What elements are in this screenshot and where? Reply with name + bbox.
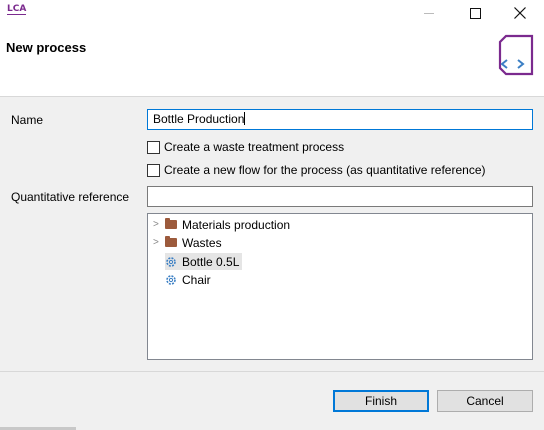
new-flow-checkbox-label: Create a new flow for the process (as qu… bbox=[164, 163, 486, 177]
tree-item-materials-production[interactable]: > Materials production bbox=[153, 216, 290, 233]
footer-separator bbox=[0, 371, 544, 372]
waste-treatment-option[interactable]: Create a waste treatment process bbox=[147, 139, 344, 155]
text-caret bbox=[244, 112, 246, 125]
name-input[interactable]: Bottle Production bbox=[147, 109, 533, 130]
tree-item-chair[interactable]: Chair bbox=[165, 271, 211, 288]
chevron-right-icon[interactable]: > bbox=[153, 219, 165, 230]
tree-item-label: Wastes bbox=[182, 235, 222, 250]
new-flow-option[interactable]: Create a new flow for the process (as qu… bbox=[147, 162, 486, 178]
minimize-button[interactable] bbox=[406, 0, 452, 26]
chevron-right-icon[interactable]: > bbox=[153, 237, 165, 248]
app-logo-icon: LCA bbox=[7, 4, 27, 15]
wizard-header: New process bbox=[0, 26, 544, 97]
flow-gear-icon bbox=[166, 274, 176, 285]
finish-button[interactable]: Finish bbox=[333, 390, 429, 412]
close-icon bbox=[514, 7, 526, 19]
tree-item-label: Chair bbox=[182, 272, 211, 287]
maximize-button[interactable] bbox=[452, 0, 498, 26]
tree-item-bottle[interactable]: Bottle 0.5L bbox=[165, 253, 243, 270]
waste-treatment-checkbox-label: Create a waste treatment process bbox=[164, 140, 345, 154]
new-process-wizard-icon bbox=[498, 34, 534, 76]
page-title: New process bbox=[6, 40, 87, 55]
window-titlebar: LCA bbox=[0, 0, 544, 26]
flow-gear-icon bbox=[166, 256, 176, 267]
flow-tree[interactable]: > Materials production > Wastes Bottle 0… bbox=[147, 213, 533, 360]
maximize-icon bbox=[470, 8, 481, 19]
tree-item-wastes[interactable]: > Wastes bbox=[153, 234, 222, 251]
name-input-value: Bottle Production bbox=[153, 112, 245, 126]
close-button[interactable] bbox=[498, 0, 544, 26]
quantitative-reference-input[interactable] bbox=[147, 186, 533, 207]
tree-item-label: Materials production bbox=[182, 217, 291, 232]
quantitative-reference-label: Quantitative reference bbox=[11, 190, 130, 204]
folder-icon bbox=[165, 218, 177, 229]
waste-treatment-checkbox[interactable] bbox=[147, 140, 160, 154]
name-label: Name bbox=[11, 113, 44, 127]
cancel-button[interactable]: Cancel bbox=[437, 390, 533, 412]
tree-item-label: Bottle 0.5L bbox=[182, 254, 240, 269]
folder-icon bbox=[165, 236, 177, 247]
new-flow-checkbox[interactable] bbox=[147, 163, 160, 177]
minimize-icon bbox=[424, 13, 434, 14]
